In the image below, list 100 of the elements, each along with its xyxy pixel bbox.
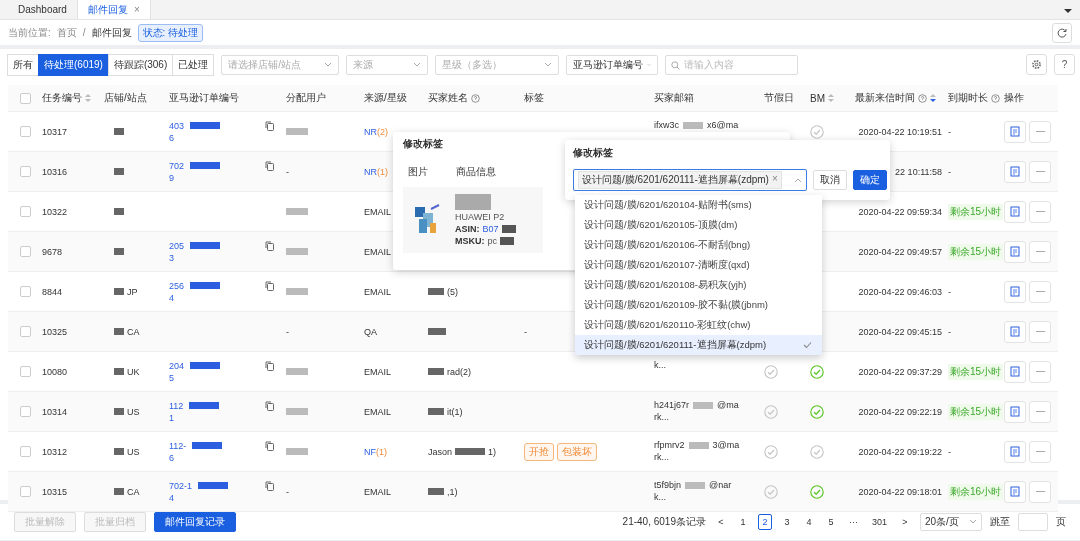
tab[interactable]: 邮件回复 × bbox=[77, 0, 151, 19]
close-icon[interactable]: × bbox=[133, 4, 140, 15]
more-button[interactable] bbox=[1029, 480, 1051, 503]
dropdown-option[interactable]: 设计问题/膜/6201/620108-易积灰(yjh) bbox=[575, 275, 822, 295]
checkbox[interactable] bbox=[20, 246, 31, 257]
order-number[interactable]: 4 bbox=[169, 492, 174, 503]
help-button[interactable]: ? bbox=[1054, 54, 1075, 75]
edit-button[interactable] bbox=[1004, 200, 1026, 223]
refresh-button[interactable] bbox=[1052, 22, 1072, 43]
page-button[interactable]: 1 bbox=[735, 514, 750, 530]
action-button[interactable]: 邮件回复记录 bbox=[154, 512, 236, 532]
search-type-select[interactable]: 亚马逊订单编号 bbox=[566, 54, 659, 75]
checkbox[interactable] bbox=[20, 446, 31, 457]
page-button[interactable]: ··· bbox=[845, 514, 861, 530]
copy-icon[interactable] bbox=[265, 280, 274, 291]
order-number[interactable]: 403 bbox=[169, 120, 185, 131]
more-button[interactable] bbox=[1029, 360, 1051, 383]
page-button[interactable]: 4 bbox=[801, 514, 816, 530]
dropdown-option[interactable]: 设计问题/膜/6201/620107-清晰度(qxd) bbox=[575, 255, 822, 275]
copy-icon[interactable] bbox=[265, 400, 274, 411]
asin-link[interactable]: B07 bbox=[482, 224, 499, 234]
order-number[interactable]: 204 bbox=[169, 360, 185, 371]
buyer-email: x6@ma bbox=[707, 120, 739, 130]
more-button[interactable] bbox=[1029, 400, 1051, 423]
redaction-block bbox=[501, 225, 516, 233]
page-input[interactable] bbox=[1018, 513, 1048, 531]
edit-button[interactable] bbox=[1004, 120, 1026, 143]
checkbox[interactable] bbox=[20, 286, 31, 297]
copy-icon[interactable] bbox=[265, 160, 274, 171]
checkbox[interactable] bbox=[20, 206, 31, 217]
dropdown-option[interactable]: 设计问题/膜/6201/620111-遮挡屏幕(zdpm) bbox=[575, 335, 822, 355]
dropdown-option[interactable]: 设计问题/膜/6201/620104-贴附书(sms) bbox=[575, 195, 822, 215]
confirm-button[interactable]: 确定 bbox=[853, 170, 887, 190]
order-number[interactable]: 702-1 bbox=[169, 480, 193, 491]
remove-icon[interactable]: × bbox=[771, 173, 778, 187]
more-button[interactable] bbox=[1029, 280, 1051, 303]
more-button[interactable] bbox=[1029, 120, 1051, 143]
copy-icon[interactable] bbox=[265, 480, 274, 491]
dropdown-option[interactable]: 设计问题/膜/6201/620110-彩虹纹(chw) bbox=[575, 315, 822, 335]
page-size-select[interactable]: 20条/页 bbox=[920, 513, 982, 531]
filter-tab[interactable]: 已处理 bbox=[172, 53, 215, 76]
order-number[interactable]: 4 bbox=[169, 292, 174, 303]
edit-button[interactable] bbox=[1004, 320, 1026, 343]
edit-button[interactable] bbox=[1004, 240, 1026, 263]
page-button[interactable]: 2 bbox=[757, 514, 772, 530]
page-button[interactable]: 5 bbox=[823, 514, 838, 530]
dropdown-option[interactable]: 设计问题/膜/6201/620105-顶膜(dm) bbox=[575, 215, 822, 235]
edit-button[interactable] bbox=[1004, 440, 1026, 463]
copy-icon[interactable] bbox=[265, 440, 274, 451]
edit-button[interactable] bbox=[1004, 360, 1026, 383]
copy-icon[interactable] bbox=[265, 240, 274, 251]
filter-tab[interactable]: 所有 bbox=[7, 53, 39, 76]
more-button[interactable] bbox=[1029, 440, 1051, 463]
checkbox[interactable] bbox=[20, 126, 31, 137]
caret-down-icon[interactable] bbox=[1064, 8, 1072, 14]
checkbox[interactable] bbox=[20, 406, 31, 417]
copy-icon[interactable] bbox=[265, 120, 274, 131]
order-number[interactable]: 205 bbox=[169, 240, 185, 251]
checkbox[interactable] bbox=[20, 486, 31, 497]
filter-tab[interactable]: 待处理(6019) bbox=[38, 53, 109, 76]
next-page-button[interactable]: > bbox=[898, 514, 912, 530]
task-id: 10312 bbox=[42, 446, 68, 457]
dash-icon bbox=[1035, 290, 1045, 293]
dropdown-option[interactable]: 设计问题/膜/6201/620109-胶不黏(膜(jbnm) bbox=[575, 295, 822, 315]
order-number[interactable]: 5 bbox=[169, 372, 174, 383]
order-number[interactable]: 9 bbox=[169, 172, 174, 183]
order-number[interactable]: 3 bbox=[169, 252, 174, 263]
checkbox[interactable] bbox=[20, 366, 31, 377]
dropdown-option[interactable]: 设计问题/膜/6201/620106-不耐刮(bng) bbox=[575, 235, 822, 255]
edit-button[interactable] bbox=[1004, 160, 1026, 183]
edit-button[interactable] bbox=[1004, 480, 1026, 503]
checkbox[interactable] bbox=[20, 92, 31, 104]
cancel-button[interactable]: 取消 bbox=[813, 170, 847, 190]
settings-button[interactable] bbox=[1026, 54, 1047, 75]
order-number[interactable]: 6 bbox=[169, 452, 174, 463]
edit-button[interactable] bbox=[1004, 280, 1026, 303]
edit-button[interactable] bbox=[1004, 400, 1026, 423]
page-button[interactable]: 301 bbox=[868, 514, 890, 530]
more-button[interactable] bbox=[1029, 160, 1051, 183]
order-number[interactable]: 6 bbox=[169, 132, 174, 143]
page-button[interactable]: 3 bbox=[779, 514, 794, 530]
order-number[interactable]: 112 bbox=[169, 400, 184, 411]
filter-tab[interactable]: 待跟踪(306) bbox=[107, 53, 174, 76]
more-button[interactable] bbox=[1029, 320, 1051, 343]
more-button[interactable] bbox=[1029, 240, 1051, 263]
order-number[interactable]: 702 bbox=[169, 160, 185, 171]
copy-icon[interactable] bbox=[265, 360, 274, 371]
breadcrumb-link[interactable]: 首页 bbox=[56, 25, 77, 40]
order-number[interactable]: 1 bbox=[169, 412, 174, 423]
order-number[interactable]: 112- bbox=[169, 440, 187, 451]
search-field[interactable]: 请输入内容 bbox=[665, 54, 799, 75]
previous-page-button[interactable]: < bbox=[713, 514, 728, 530]
order-number[interactable]: 256 bbox=[169, 280, 185, 291]
sort-icon[interactable] bbox=[930, 93, 936, 103]
assigned-user: - bbox=[286, 166, 289, 177]
checkbox[interactable] bbox=[20, 166, 31, 177]
tag-select[interactable]: 设计问题/膜/6201/620111-遮挡屏幕(zdpm) × bbox=[573, 169, 807, 191]
checkbox[interactable] bbox=[20, 326, 31, 337]
more-button[interactable] bbox=[1029, 200, 1051, 223]
redaction-block bbox=[685, 481, 706, 489]
